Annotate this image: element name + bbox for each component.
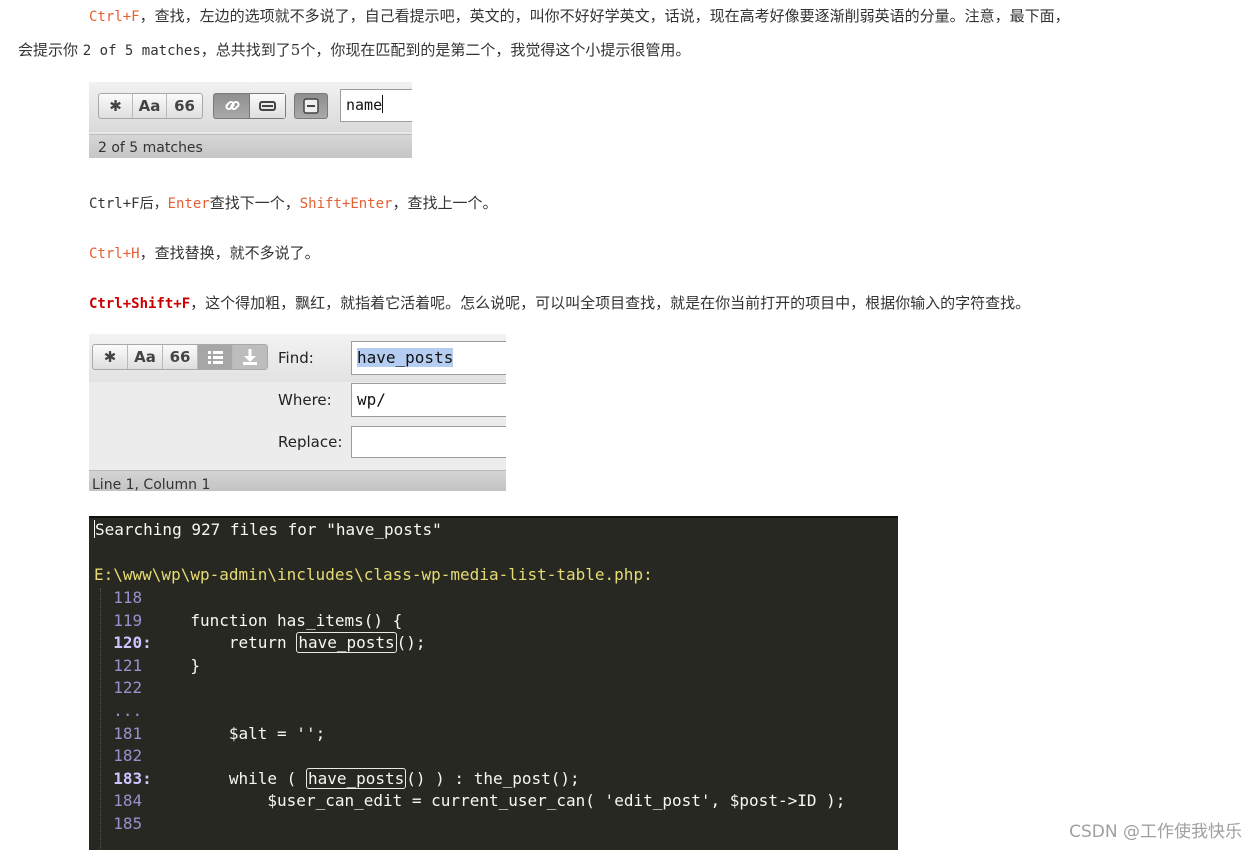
match-highlight: have_posts (305, 767, 407, 789)
result-file-path: E:\www\wp\wp-admin\includes\class-wp-med… (94, 565, 653, 584)
line-number: ... (113, 701, 143, 720)
line-number: 118 (113, 588, 143, 607)
paragraph-text: ，查找上一个。 (392, 194, 498, 212)
selection-icon (259, 101, 276, 111)
result-line: 182 (94, 745, 171, 767)
paragraph-text: 查找下一个， (209, 194, 300, 212)
line-number: 184 (113, 791, 143, 811)
replace-input[interactable] (351, 426, 506, 458)
paragraph-text: Ctrl+F后， (89, 196, 168, 212)
link-icon (225, 100, 240, 111)
wrap-options-group (213, 93, 286, 119)
code-text: $user_can_edit = current_user_can( 'edit… (171, 791, 846, 811)
wrap-toggle-button[interactable] (214, 94, 250, 118)
find-label: Find: (278, 349, 314, 367)
match-marker: : (142, 768, 152, 788)
paragraph-4: Ctrl+Shift+F，这个得加粗，飘红，就指着它活着呢。怎么说呢，可以叫全项… (89, 293, 1030, 314)
whole-word-toggle-button[interactable]: 66 (163, 345, 198, 369)
use-buffer-toggle-button[interactable] (233, 345, 267, 369)
paragraph-3: Ctrl+H，查找替换，就不多说了。 (89, 243, 320, 264)
result-line: 184 $user_can_edit = current_user_can( '… (94, 790, 845, 812)
line-number: 185 (113, 814, 143, 833)
paragraph-text: ，查找，左边的选项就不多说了，自己看提示吧，英文的，叫你不好好学英文，话说，现在… (139, 7, 1070, 25)
paragraph-text: ，这个得加粗，飘红，就指着它活着呢。怎么说呢，可以叫全项目查找，就是在你当前打开… (190, 294, 1031, 312)
match-highlight: have_posts (296, 632, 397, 654)
shortcut-ctrl-h: Ctrl+H (89, 246, 140, 262)
shortcut-enter: Enter (167, 196, 210, 212)
result-line: 120: return have_posts (); (94, 632, 426, 654)
result-line: 118 (94, 587, 171, 609)
code-text: return (171, 633, 297, 653)
result-line: 119 function has_items() { (94, 610, 402, 632)
regex-toggle-button[interactable]: ✱ (99, 94, 133, 118)
code-text: $alt = ''; (171, 723, 326, 743)
find-bar-screenshot: ✱ Aa 66 name 2 of 5 matches (89, 82, 412, 158)
shortcut-ctrl-shift-f: Ctrl+Shift+F (89, 296, 191, 312)
code-text: () ) : the_post(); (406, 768, 580, 788)
paragraph-1-line-2: 会提示你 2 of 5 matches，总共找到了5个，你现在匹配到的是第二个，… (18, 40, 690, 61)
find-options-group: ✱ Aa 66 (98, 93, 203, 119)
line-number: 183 (113, 768, 143, 788)
match-count-status: 2 of 5 matches (89, 134, 412, 158)
line-number: 119 (113, 610, 143, 630)
watermark: CSDN @工作使我快乐 (1069, 822, 1242, 842)
find-options-group: ✱ Aa 66 (92, 344, 268, 370)
whole-word-toggle-button[interactable]: 66 (167, 94, 202, 118)
line-number: 181 (113, 723, 143, 743)
result-line: 181 $alt = ''; (94, 723, 325, 745)
in-selection-toggle-button[interactable] (250, 94, 285, 118)
find-in-files-screenshot: ✱ Aa 66 Find: Where: Replace: have_posts… (89, 334, 506, 491)
find-search-input[interactable]: name (340, 89, 412, 122)
highlight-icon (303, 98, 319, 114)
paragraph-1-line-1: Ctrl+F，查找，左边的选项就不多说了，自己看提示吧，英文的，叫你不好好学英文… (89, 6, 1070, 27)
list-icon (208, 351, 223, 364)
result-line: 183: while ( have_posts() ) : the_post()… (94, 767, 580, 790)
replace-label: Replace: (278, 433, 343, 451)
code-text: function has_items() { (171, 610, 403, 630)
line-number: 182 (113, 746, 143, 766)
show-context-toggle-button[interactable] (198, 345, 233, 369)
cursor-position-status: Line 1, Column 1 (89, 470, 506, 491)
regex-toggle-button[interactable]: ✱ (93, 345, 128, 369)
case-sensitive-toggle-button[interactable]: Aa (133, 94, 167, 118)
where-label: Where: (278, 391, 332, 409)
where-input[interactable]: wp/ (351, 383, 506, 417)
result-line: ... (94, 700, 171, 722)
match-marker: : (142, 633, 152, 653)
find-input[interactable]: have_posts (351, 341, 506, 375)
code-text: } (171, 655, 200, 675)
result-line: 185 (94, 813, 171, 835)
inline-code: 2 of 5 matches (82, 43, 201, 59)
paragraph-text: ，查找替换，就不多说了。 (139, 244, 320, 262)
find-results-panel: Searching 927 files for "have_posts" E:\… (89, 516, 898, 850)
results-header: Searching 927 files for "have_posts" (94, 520, 442, 539)
result-line: 121 } (94, 655, 200, 677)
case-sensitive-toggle-button[interactable]: Aa (128, 345, 163, 369)
paragraph-text: ，总共找到了5个，你现在匹配到的是第二个，我觉得这个小提示很管用。 (200, 41, 691, 59)
code-text: (); (396, 633, 426, 653)
line-number: 122 (113, 678, 143, 698)
code-text: while ( (171, 768, 306, 788)
shortcut-ctrl-f: Ctrl+F (89, 9, 140, 25)
highlight-matches-button[interactable] (294, 93, 328, 119)
download-icon (243, 349, 257, 365)
paragraph-2: Ctrl+F后，Enter查找下一个，Shift+Enter，查找上一个。 (89, 193, 497, 214)
line-number: 121 (113, 655, 143, 675)
result-line: 122 (94, 677, 171, 699)
line-number: 120 (113, 633, 143, 653)
shortcut-shift-enter: Shift+Enter (299, 196, 393, 212)
paragraph-text: 会提示你 (18, 41, 83, 59)
